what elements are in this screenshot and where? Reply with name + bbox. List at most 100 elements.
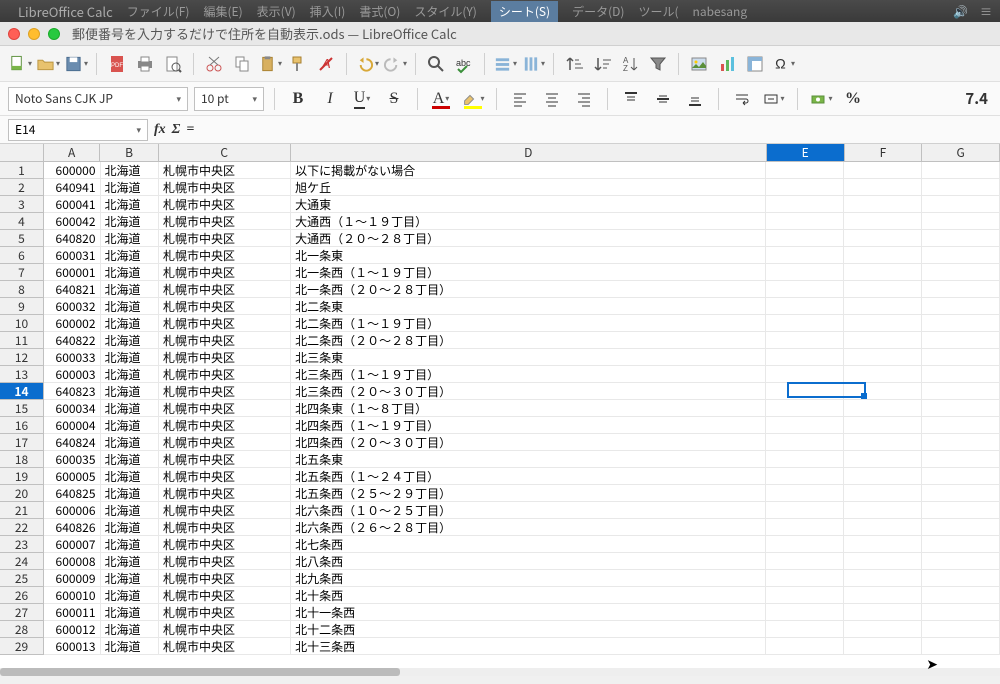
row-header[interactable]: 25 (0, 570, 44, 587)
cell[interactable]: 北海道 (101, 400, 159, 417)
cell[interactable]: 640822 (44, 332, 101, 349)
cell[interactable] (766, 162, 844, 179)
find-button[interactable] (424, 52, 448, 76)
sort-desc-button[interactable] (590, 52, 614, 76)
cell[interactable]: 北四条西（１～１９丁目） (291, 417, 766, 434)
cell[interactable]: 札幌市中央区 (159, 468, 291, 485)
cell[interactable]: 札幌市中央区 (159, 604, 291, 621)
cell[interactable]: 640825 (44, 485, 101, 502)
zoom-button[interactable] (48, 28, 60, 40)
bold-button[interactable]: B (285, 87, 311, 111)
cell[interactable]: 札幌市中央区 (159, 315, 291, 332)
cell[interactable] (766, 179, 844, 196)
cell[interactable]: 札幌市中央区 (159, 349, 291, 366)
cell[interactable]: 北五条東 (291, 451, 766, 468)
cell[interactable] (766, 247, 844, 264)
cell[interactable]: 北二条東 (291, 298, 766, 315)
cell[interactable]: 北五条西（２５～２９丁目） (291, 485, 766, 502)
cell[interactable] (766, 230, 844, 247)
cut-button[interactable] (202, 52, 226, 76)
cell[interactable] (766, 383, 844, 400)
cell[interactable]: 札幌市中央区 (159, 298, 291, 315)
cell[interactable]: 北海道 (101, 468, 159, 485)
cell[interactable]: 北海道 (101, 485, 159, 502)
cell[interactable] (844, 298, 922, 315)
cell[interactable]: 北七条西 (291, 536, 766, 553)
cell[interactable]: 北海道 (101, 230, 159, 247)
cell[interactable] (766, 315, 844, 332)
cell[interactable]: 北三条西（１～１９丁目） (291, 366, 766, 383)
cell[interactable]: 640821 (44, 281, 101, 298)
cell[interactable] (922, 213, 1000, 230)
cell[interactable]: 北六条西（２６～２８丁目） (291, 519, 766, 536)
cell[interactable]: 札幌市中央区 (159, 434, 291, 451)
cell[interactable]: 札幌市中央区 (159, 281, 291, 298)
cell[interactable]: 札幌市中央区 (159, 485, 291, 502)
cell[interactable]: 札幌市中央区 (159, 383, 291, 400)
cell[interactable] (922, 621, 1000, 638)
cell[interactable]: 北海道 (101, 179, 159, 196)
cell[interactable]: 北海道 (101, 383, 159, 400)
font-size-combo[interactable]: 10 pt ▾ (194, 87, 264, 111)
row-header[interactable]: 2 (0, 179, 44, 196)
cell[interactable]: 北一条西（２０～２８丁目） (291, 281, 766, 298)
sort-asc-button[interactable] (562, 52, 586, 76)
clone-format-button[interactable] (286, 52, 310, 76)
cell[interactable]: 札幌市中央区 (159, 417, 291, 434)
col-header-C[interactable]: C (159, 144, 291, 161)
cell[interactable] (844, 570, 922, 587)
menu-tools[interactable]: ツール( (638, 3, 678, 20)
cell[interactable]: 北海道 (101, 536, 159, 553)
cell[interactable]: 大通西（２０～２８丁目） (291, 230, 766, 247)
cell[interactable]: 札幌市中央区 (159, 451, 291, 468)
cell[interactable]: 北海道 (101, 451, 159, 468)
align-right-button[interactable] (571, 87, 597, 111)
col-header-B[interactable]: B (100, 144, 158, 161)
row-header[interactable]: 6 (0, 247, 44, 264)
cell[interactable] (844, 230, 922, 247)
currency-button[interactable]: ▾ (808, 87, 834, 111)
cell[interactable] (922, 536, 1000, 553)
row-header[interactable]: 11 (0, 332, 44, 349)
menu-file[interactable]: ファイル(F) (127, 3, 190, 20)
cell[interactable]: 北海道 (101, 366, 159, 383)
cell[interactable] (844, 366, 922, 383)
cell[interactable]: 640824 (44, 434, 101, 451)
col-header-G[interactable]: G (922, 144, 1000, 161)
row-header[interactable]: 1 (0, 162, 44, 179)
cell[interactable] (766, 621, 844, 638)
cell[interactable]: 600034 (44, 400, 101, 417)
cell[interactable]: 600035 (44, 451, 101, 468)
cell[interactable] (766, 519, 844, 536)
cell[interactable]: 北五条西（１～２４丁目） (291, 468, 766, 485)
cell[interactable] (844, 349, 922, 366)
row-header[interactable]: 20 (0, 485, 44, 502)
cell[interactable] (844, 519, 922, 536)
col-header-D[interactable]: D (291, 144, 767, 161)
cell[interactable] (922, 281, 1000, 298)
cell[interactable] (844, 536, 922, 553)
cell[interactable]: 600033 (44, 349, 101, 366)
col-header-A[interactable]: A (44, 144, 100, 161)
cell[interactable] (844, 247, 922, 264)
cell[interactable] (922, 638, 1000, 655)
cell[interactable]: 札幌市中央区 (159, 638, 291, 655)
cell[interactable]: 600007 (44, 536, 101, 553)
menu-styles[interactable]: スタイル(Y) (414, 3, 477, 20)
save-button[interactable]: ▾ (64, 52, 88, 76)
pivot-button[interactable] (743, 52, 767, 76)
cell[interactable]: 北十二条西 (291, 621, 766, 638)
cell[interactable] (844, 502, 922, 519)
cell[interactable] (844, 417, 922, 434)
align-center-button[interactable] (539, 87, 565, 111)
name-box[interactable]: E14 ▾ (8, 119, 148, 141)
cell[interactable] (922, 264, 1000, 281)
cell[interactable] (844, 332, 922, 349)
cell[interactable]: 北四条西（２０～３０丁目） (291, 434, 766, 451)
cell[interactable] (844, 468, 922, 485)
cell[interactable] (844, 281, 922, 298)
row-header[interactable]: 14 (0, 383, 44, 400)
cell[interactable]: 640826 (44, 519, 101, 536)
cell[interactable] (844, 638, 922, 655)
merge-cells-button[interactable]: ▾ (761, 87, 787, 111)
